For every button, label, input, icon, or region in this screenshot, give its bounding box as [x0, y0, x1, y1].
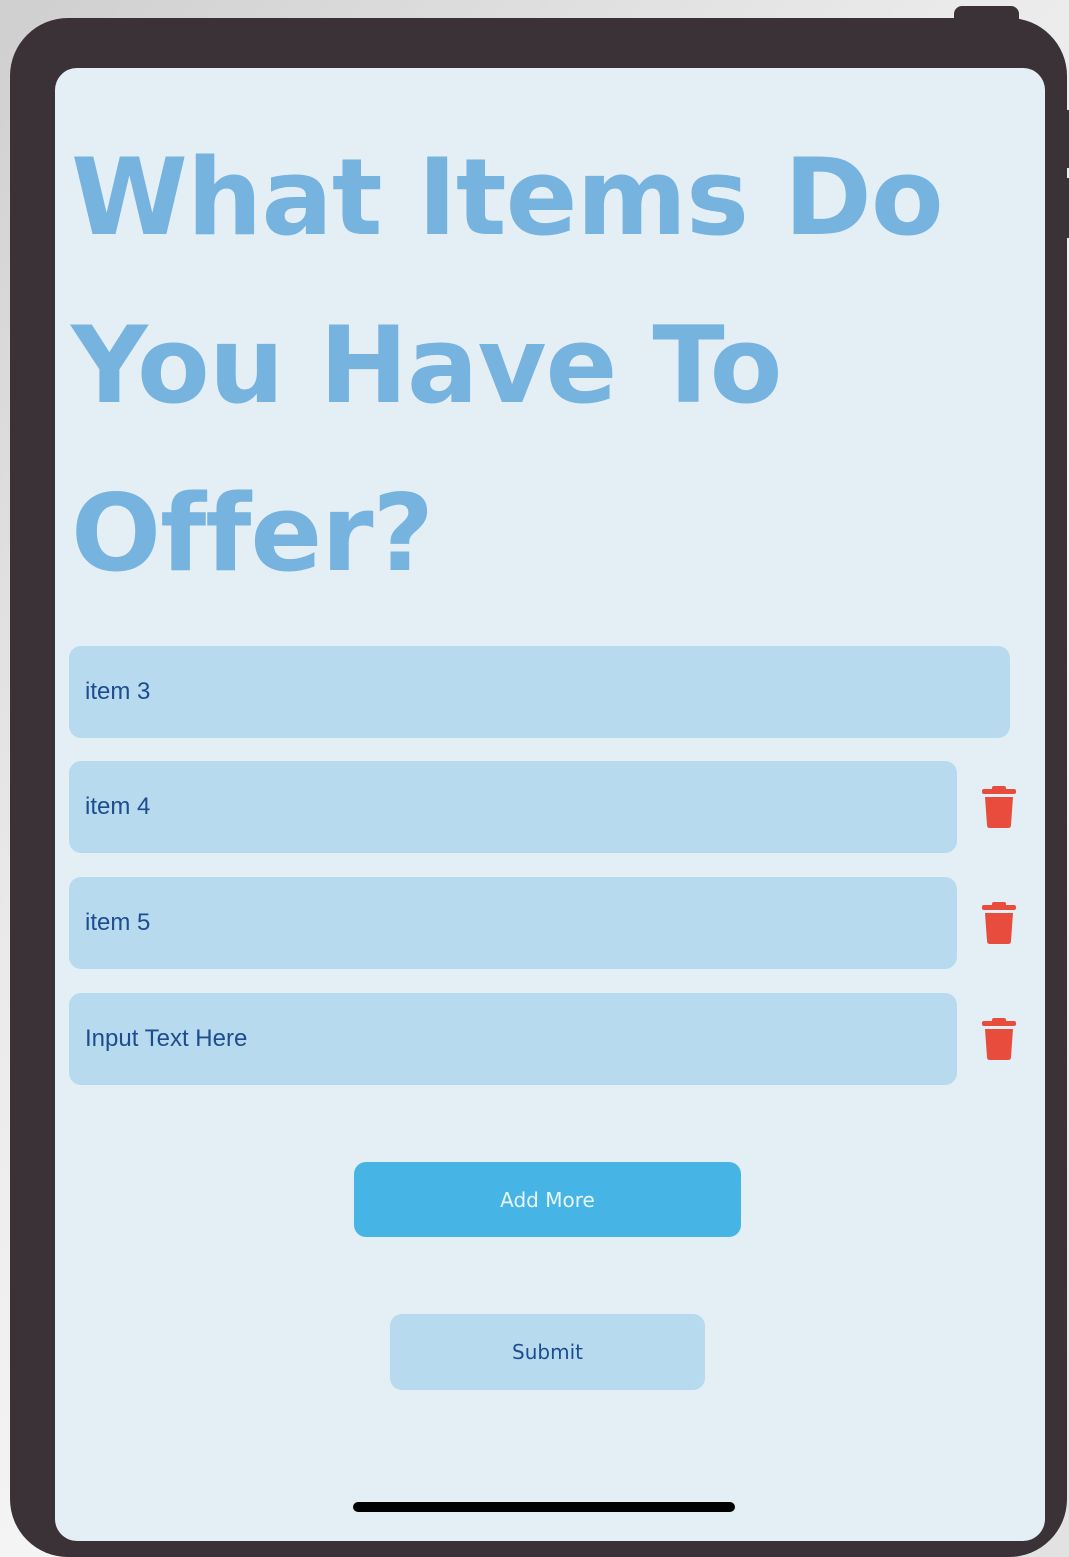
- item-input-4[interactable]: Input Text Here: [69, 993, 957, 1085]
- add-more-button[interactable]: Add More: [354, 1162, 741, 1237]
- item-input-3[interactable]: item 5: [69, 877, 957, 969]
- submit-button[interactable]: Submit: [390, 1314, 705, 1390]
- page-title: What Items Do You Have To Offer?: [71, 136, 944, 595]
- home-indicator[interactable]: [353, 1502, 735, 1512]
- item-input-1[interactable]: item 3: [69, 646, 1010, 738]
- tablet-frame: What Items Do You Have To Offer? item 3 …: [10, 18, 1067, 1557]
- app-screen: What Items Do You Have To Offer? item 3 …: [55, 68, 1045, 1541]
- trash-icon[interactable]: [982, 902, 1016, 944]
- item-input-2[interactable]: item 4: [69, 761, 957, 853]
- trash-icon[interactable]: [982, 1018, 1016, 1060]
- trash-icon[interactable]: [982, 786, 1016, 828]
